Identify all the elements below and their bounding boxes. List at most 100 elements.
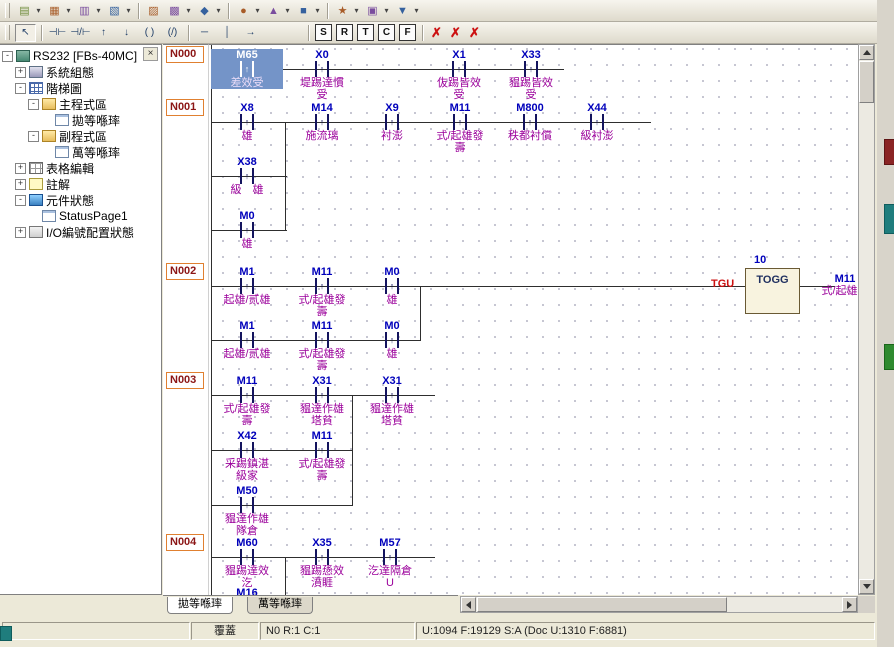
chevron-down-icon[interactable]: ▾ [124, 6, 133, 15]
expander-icon[interactable]: - [15, 195, 26, 206]
contact-m65[interactable]: M65↑差效受 [211, 49, 283, 89]
contact-x31[interactable]: X31↑豱達作雄 塔貧 [286, 375, 358, 427]
contact-x38[interactable]: X38↑級 雄 [211, 156, 283, 196]
toolbar-grip[interactable] [5, 25, 10, 40]
network-label[interactable]: N001 [166, 99, 204, 116]
contact-m16[interactable]: M16 [211, 587, 283, 595]
contact-m57[interactable]: M57↑汔達隔倉 U [354, 537, 426, 589]
counter-instruction-button[interactable]: C [378, 24, 395, 41]
pointer-tool-icon[interactable]: ↖ [15, 24, 36, 42]
contact-m0[interactable]: M0↑雄 [211, 210, 283, 250]
network-label[interactable]: N000 [166, 46, 204, 63]
contact-m11[interactable]: M11↑式/起雄發 壽 [286, 320, 358, 372]
chevron-down-icon[interactable]: ▾ [94, 6, 103, 15]
run-icon[interactable]: ▣ [363, 2, 382, 20]
contact-x0[interactable]: X0↑堤踢達慣 受 [286, 49, 358, 101]
toolbar-grip[interactable] [5, 3, 10, 18]
chevron-down-icon[interactable]: ▾ [352, 6, 361, 15]
rising-edge-tool-icon[interactable]: ↑ [93, 24, 114, 42]
vertical-scroll-thumb[interactable] [859, 61, 874, 103]
contact-m60[interactable]: M60↑豱踢達效 汔 [211, 537, 283, 589]
chevron-down-icon[interactable]: ▾ [214, 6, 223, 15]
monitor-icon[interactable]: ▼ [393, 2, 412, 20]
copy-icon[interactable]: ▩ [165, 2, 184, 20]
contact-m1[interactable]: M1↑起雄/贰雄 [211, 320, 283, 360]
close-icon[interactable]: × [143, 47, 158, 61]
contact-x1[interactable]: X1↑伖踢皆效 受 [423, 49, 495, 101]
tree-item-status-page[interactable]: StatusPage1 [0, 208, 161, 224]
chevron-down-icon[interactable]: ▾ [253, 6, 262, 15]
chevron-down-icon[interactable]: ▾ [184, 6, 193, 15]
tree-item-component-status[interactable]: -元件狀態 [0, 192, 161, 208]
undo-icon[interactable]: ● [234, 2, 253, 20]
delete-hline-icon[interactable]: ✗ [447, 25, 464, 41]
contact-x8[interactable]: X8↑雄 [211, 102, 283, 142]
scroll-right-button[interactable] [842, 597, 857, 612]
save-icon[interactable]: ▥ [75, 2, 94, 20]
expander-icon[interactable]: - [28, 99, 39, 110]
expander-icon[interactable]: + [15, 179, 26, 190]
expander-icon[interactable]: - [15, 83, 26, 94]
tree-item-system-config[interactable]: +系統組態 [0, 64, 161, 80]
contact-x31[interactable]: X31↑豱達作雄 塔貧 [356, 375, 428, 427]
tree-item-main-page[interactable]: 拋等喺㻭 [0, 112, 161, 128]
find-icon[interactable]: ▲ [264, 2, 283, 20]
tab-sub-ladder-page[interactable]: 萬等喺㻭 [247, 597, 313, 614]
contact-m14[interactable]: M14↑施流璃 [286, 102, 358, 142]
contact-x44[interactable]: X44↑級衬澎 [561, 102, 633, 142]
contact-m11[interactable]: M11↑式/起雄發 壽 [286, 430, 358, 482]
scroll-up-button[interactable] [859, 45, 874, 60]
contact-m800[interactable]: M800↑秩都衬償 [494, 102, 566, 142]
chevron-down-icon[interactable]: ▾ [313, 6, 322, 15]
chevron-down-icon[interactable]: ▾ [34, 6, 43, 15]
coil-tool-icon[interactable]: ( ) [139, 24, 160, 42]
network-label[interactable]: N004 [166, 534, 204, 551]
project-icon[interactable]: ▤ [15, 2, 34, 20]
tree-item-table-edit[interactable]: +表格編輯 [0, 160, 161, 176]
expander-icon[interactable]: + [15, 163, 26, 174]
link-tool-icon[interactable]: → [240, 24, 261, 42]
contact-x9[interactable]: X9↑衬澎 [356, 102, 428, 142]
nc-coil-tool-icon[interactable]: (/) [162, 24, 183, 42]
horizontal-scroll-thumb[interactable] [477, 597, 727, 612]
function-instruction-button[interactable]: F [399, 24, 416, 41]
contact-m11[interactable]: M11↑式/起雄發 壽 [424, 102, 496, 154]
function-block-output[interactable]: M11式/起雄看 [815, 273, 858, 297]
expander-icon[interactable]: - [28, 131, 39, 142]
contact-x33[interactable]: X33↑豱踢皆效 受 [495, 49, 567, 101]
contact-m0[interactable]: M0↑雄 [356, 320, 428, 360]
contact-m1[interactable]: M1↑起雄/贰雄 [211, 266, 283, 306]
chevron-down-icon[interactable]: ▾ [412, 6, 421, 15]
contact-m50[interactable]: M50↑豱達作雄 隊倉 [211, 485, 283, 537]
connect-icon[interactable]: ★ [333, 2, 352, 20]
cut-icon[interactable]: ▨ [144, 2, 163, 20]
contact-m0[interactable]: M0↑雄 [356, 266, 428, 306]
expander-icon[interactable]: - [2, 51, 13, 62]
set-instruction-button[interactable]: S [315, 24, 332, 41]
tree-item-ladder-diagram[interactable]: -階梯圖 [0, 80, 161, 96]
tree-item-io-config[interactable]: +I/O編號配置狀態 [0, 224, 161, 240]
function-block-togg[interactable]: TOGG [745, 268, 800, 314]
falling-edge-tool-icon[interactable]: ↓ [116, 24, 137, 42]
contact-m11[interactable]: M11↑式/起雄發 壽 [211, 375, 283, 427]
no-contact-tool-icon[interactable]: ⊣⊢ [47, 24, 68, 42]
scroll-left-button[interactable] [461, 597, 476, 612]
paste-icon[interactable]: ◆ [195, 2, 214, 20]
reset-instruction-button[interactable]: R [336, 24, 353, 41]
delete-vline-icon[interactable]: ✗ [466, 25, 483, 41]
tree-item-main-program[interactable]: -主程式區 [0, 96, 161, 112]
timer-instruction-button[interactable]: T [357, 24, 374, 41]
chevron-down-icon[interactable]: ▾ [64, 6, 73, 15]
vertical-scrollbar[interactable] [858, 44, 875, 595]
tree-item-sub-program[interactable]: -副程式區 [0, 128, 161, 144]
vertical-line-tool-icon[interactable]: │ [217, 24, 238, 42]
zoom-icon[interactable]: ■ [294, 2, 313, 20]
network-label[interactable]: N003 [166, 372, 204, 389]
horizontal-scrollbar[interactable] [460, 596, 858, 613]
expander-icon[interactable]: + [15, 67, 26, 78]
open-icon[interactable]: ▦ [45, 2, 64, 20]
chevron-down-icon[interactable]: ▾ [283, 6, 292, 15]
print-icon[interactable]: ▧ [105, 2, 124, 20]
chevron-down-icon[interactable]: ▾ [382, 6, 391, 15]
contact-m11[interactable]: M11↑式/起雄發 壽 [286, 266, 358, 318]
